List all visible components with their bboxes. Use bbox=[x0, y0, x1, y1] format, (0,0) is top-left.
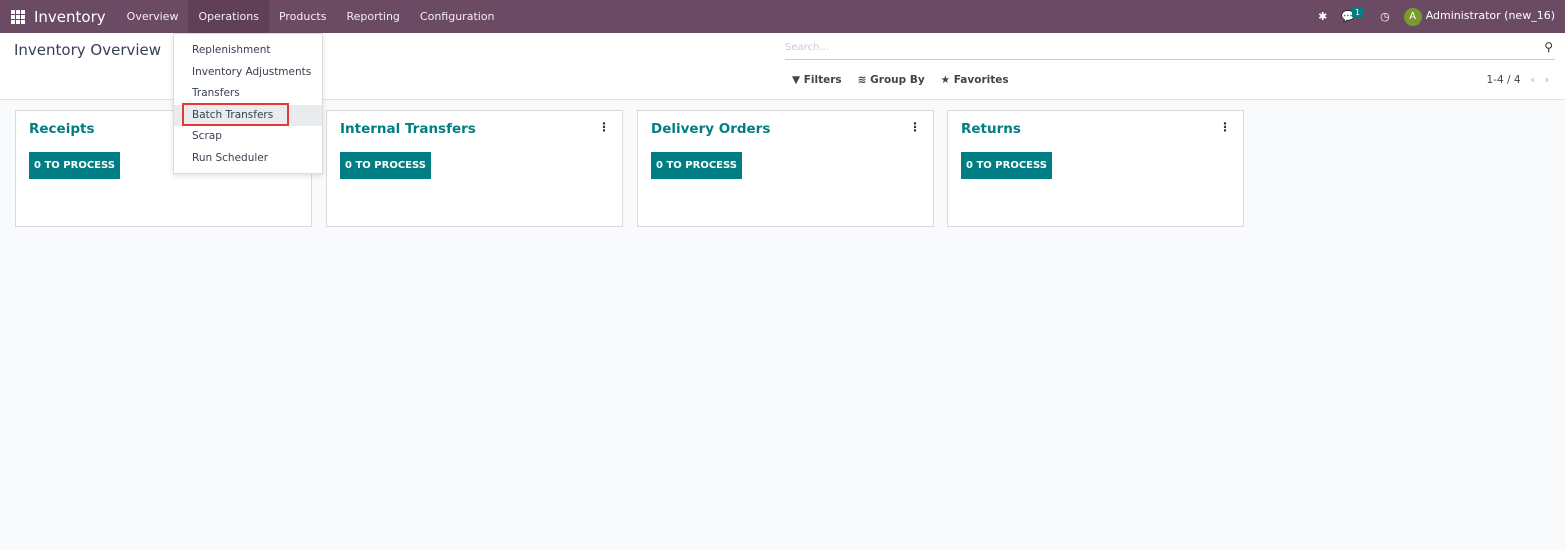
apps-grid-icon[interactable] bbox=[11, 9, 25, 24]
group-by-button[interactable]: ≋ Group By bbox=[858, 74, 925, 86]
card-delivery-orders: Delivery Orders ⋮ 0 TO PROCESS bbox=[637, 110, 934, 227]
avatar: A bbox=[1403, 7, 1422, 26]
group-by-label: Group By bbox=[870, 74, 925, 86]
favorites-label: Favorites bbox=[953, 74, 1009, 86]
menu-configuration[interactable]: Configuration bbox=[410, 0, 505, 33]
chevron-right-icon[interactable]: › bbox=[1545, 74, 1549, 86]
filters-button[interactable]: ▼ Filters bbox=[792, 74, 842, 86]
card-returns: Returns ⋮ 0 TO PROCESS bbox=[947, 110, 1244, 227]
debug-bug-icon[interactable]: ✱ bbox=[1318, 10, 1327, 23]
menu-operations[interactable]: Operations bbox=[188, 0, 269, 33]
to-process-button[interactable]: 0 TO PROCESS bbox=[651, 152, 742, 179]
activity-clock-icon[interactable]: ◷ bbox=[1380, 10, 1390, 23]
star-icon: ★ bbox=[940, 74, 951, 86]
card-title[interactable]: Internal Transfers bbox=[340, 121, 476, 137]
app-name[interactable]: Inventory bbox=[34, 8, 106, 26]
menu-item-inventory-adjustments[interactable]: Inventory Adjustments bbox=[174, 62, 322, 84]
search-icon[interactable]: ⚲ bbox=[1544, 40, 1553, 54]
layers-icon: ≋ bbox=[857, 74, 867, 86]
chevron-left-icon[interactable]: ‹ bbox=[1531, 74, 1535, 86]
to-process-button[interactable]: 0 TO PROCESS bbox=[340, 152, 431, 179]
page-title: Inventory Overview bbox=[14, 41, 162, 59]
card-title[interactable]: Receipts bbox=[29, 121, 95, 137]
menu-reporting[interactable]: Reporting bbox=[336, 0, 409, 33]
to-process-button[interactable]: 0 TO PROCESS bbox=[961, 152, 1052, 179]
to-process-button[interactable]: 0 TO PROCESS bbox=[29, 152, 120, 179]
kebab-menu-icon[interactable]: ⋮ bbox=[909, 120, 921, 134]
search-placeholder: Search... bbox=[785, 42, 829, 53]
card-title[interactable]: Delivery Orders bbox=[651, 121, 770, 137]
search-input[interactable]: Search... ⚲ bbox=[785, 39, 1555, 60]
menu-item-replenishment[interactable]: Replenishment bbox=[174, 40, 322, 62]
kebab-menu-icon[interactable]: ⋮ bbox=[1219, 120, 1231, 134]
menu-overview[interactable]: Overview bbox=[117, 0, 189, 33]
filters-label: Filters bbox=[803, 74, 842, 86]
filter-icon: ▼ bbox=[792, 74, 801, 86]
chat-count-badge: 1 bbox=[1351, 8, 1364, 17]
top-navbar: Inventory Overview Operations Products R… bbox=[0, 0, 1565, 33]
highlight-box bbox=[182, 103, 289, 126]
user-menu[interactable]: A Administrator (new_16) bbox=[1403, 7, 1555, 26]
menu-products[interactable]: Products bbox=[269, 0, 337, 33]
pager-value[interactable]: 1-4 / 4 bbox=[1487, 74, 1521, 86]
chat-button[interactable]: 💬1 bbox=[1341, 8, 1366, 23]
card-internal-transfers: Internal Transfers ⋮ 0 TO PROCESS bbox=[326, 110, 623, 227]
kebab-menu-icon[interactable]: ⋮ bbox=[598, 120, 610, 134]
menu-item-scrap[interactable]: Scrap bbox=[174, 126, 322, 148]
menu-item-transfers[interactable]: Transfers bbox=[174, 83, 322, 105]
card-title[interactable]: Returns bbox=[961, 121, 1021, 137]
menu-item-run-scheduler[interactable]: Run Scheduler bbox=[174, 148, 322, 170]
user-name: Administrator (new_16) bbox=[1425, 8, 1555, 22]
favorites-button[interactable]: ★ Favorites bbox=[941, 74, 1009, 86]
